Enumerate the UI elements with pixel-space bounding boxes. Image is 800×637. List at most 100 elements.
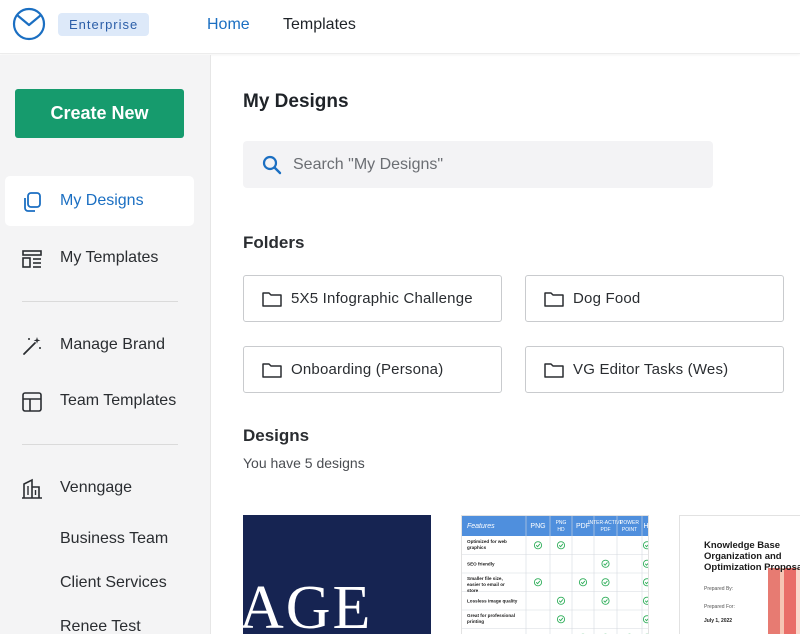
folder-card[interactable]: VG Editor Tasks (Wes) — [525, 346, 784, 393]
sidebar-item-label: Venngage — [60, 479, 133, 496]
folder-icon — [544, 363, 564, 378]
check-mark-icon — [644, 599, 648, 603]
designs-heading: Designs — [243, 426, 310, 445]
table-row-label: printing — [467, 619, 484, 624]
check-mark-icon — [601, 559, 610, 568]
main-content: My Designs Folders 5X5 Infographic Chall… — [212, 55, 800, 634]
check-mark-icon — [644, 618, 648, 622]
nav-templates[interactable]: Templates — [283, 15, 356, 35]
check-mark-icon — [642, 615, 648, 624]
folder-icon — [262, 363, 282, 378]
check-mark-icon — [533, 578, 543, 587]
table-header-label: HI — [644, 523, 650, 530]
thumbnail-text: AGE — [243, 574, 373, 634]
folder-label: 5X5 Infographic Challenge — [291, 290, 473, 307]
table-row-label: SEO friendly — [467, 562, 495, 567]
folder-label: Dog Food — [573, 290, 641, 307]
check-mark-icon — [558, 543, 564, 548]
thumbnail-line: Prepared By: — [704, 586, 734, 592]
sidebar-item-my-templates[interactable]: My Templates — [5, 233, 194, 283]
check-mark-icon — [642, 541, 648, 550]
check-mark-icon — [642, 578, 648, 587]
check-mark-icon — [642, 596, 648, 605]
thumbnail-line: July 1, 2022 — [704, 618, 733, 624]
table-row-label: Great for professional — [467, 613, 515, 618]
decorative-bar — [768, 568, 780, 634]
design-thumbnail[interactable]: Knowledge Base Organization and Optimiza… — [679, 515, 800, 634]
folder-card[interactable]: Onboarding (Persona) — [243, 346, 502, 393]
designs-count: You have 5 designs — [243, 455, 365, 471]
sidebar-item-manage-brand[interactable]: Manage Brand — [5, 320, 194, 370]
thumbnail-line: Prepared For: — [704, 604, 735, 610]
check-mark-icon — [533, 541, 543, 550]
nav-home[interactable]: Home — [207, 15, 250, 35]
sidebar-item-label: Team Templates — [60, 392, 177, 409]
check-mark-icon — [580, 580, 586, 585]
design-thumbnail[interactable]: Features PNG PNG HD PDF INTER-ACTIVE PDF POWER P… — [461, 515, 649, 634]
check-mark-icon — [642, 559, 648, 568]
check-mark-icon — [558, 599, 564, 603]
check-mark-icon — [601, 578, 610, 587]
sidebar-team-client-services[interactable]: Client Services — [60, 573, 167, 593]
check-mark-icon — [603, 562, 608, 566]
folder-label: VG Editor Tasks (Wes) — [573, 361, 729, 378]
check-mark-icon — [535, 580, 541, 585]
sidebar-item-team-templates[interactable]: Team Templates — [5, 376, 194, 426]
search-input[interactable] — [293, 141, 693, 188]
sidebar-divider — [22, 444, 178, 445]
design-thumbnail[interactable]: AGE — [243, 515, 431, 634]
table-row-label: Optimized for web — [467, 539, 507, 544]
table-row-label: store — [467, 588, 479, 593]
sidebar-item-my-designs[interactable]: My Designs — [5, 176, 194, 226]
table-row-label: easier to email or — [467, 582, 505, 587]
sidebar-team-renee-test[interactable]: Renee Test — [60, 617, 141, 637]
table-header-label: HD — [557, 527, 565, 533]
check-mark-icon — [556, 615, 566, 624]
table-header-label: INTER-ACTIVE — [588, 520, 623, 526]
folder-card[interactable]: 5X5 Infographic Challenge — [243, 275, 502, 322]
table-row-label: graphics — [467, 545, 487, 550]
sidebar: Create New My Designs My Templates Manag… — [0, 55, 211, 637]
table-header-label: Features — [467, 523, 495, 530]
sidebar-item-label: Manage Brand — [60, 336, 165, 353]
venngage-logo-icon[interactable] — [12, 7, 46, 41]
sidebar-item-label: My Templates — [60, 249, 159, 266]
table-row-label: Smaller file size, — [467, 576, 503, 581]
sidebar-item-label: My Designs — [60, 192, 144, 209]
check-mark-icon — [535, 543, 541, 548]
folder-icon — [262, 292, 282, 307]
check-mark-icon — [556, 541, 566, 550]
check-mark-icon — [601, 596, 610, 605]
building-icon — [22, 478, 42, 499]
check-mark-icon — [644, 544, 648, 548]
check-mark-icon — [603, 599, 608, 603]
sidebar-item-venngage[interactable]: Venngage — [5, 463, 194, 513]
folders-heading: Folders — [243, 233, 305, 252]
copy-icon — [24, 192, 41, 212]
create-new-button[interactable]: Create New — [15, 89, 184, 138]
thumbnail-title: Knowledge Base Organization and Optimiza… — [704, 540, 800, 573]
decorative-bar — [784, 568, 796, 634]
check-mark-icon — [644, 581, 648, 585]
sidebar-team-business-team[interactable]: Business Team — [60, 529, 168, 549]
top-bar: Enterprise Home Templates — [0, 0, 800, 54]
page-title: My Designs — [243, 91, 349, 112]
decorative-bar — [796, 568, 800, 634]
table-header-label: PNG — [530, 523, 545, 530]
check-mark-icon — [556, 596, 566, 605]
table-header-label: PNG — [556, 520, 567, 526]
template-layout-icon — [22, 250, 42, 268]
search-bar[interactable] — [243, 141, 713, 188]
folder-icon — [544, 292, 564, 307]
check-mark-icon — [578, 578, 588, 587]
folder-label: Onboarding (Persona) — [291, 361, 444, 378]
table-row-label: Lossless image quality — [467, 599, 518, 604]
sidebar-divider — [22, 301, 178, 302]
folder-card[interactable]: Dog Food — [525, 275, 784, 322]
enterprise-badge: Enterprise — [58, 13, 150, 36]
check-mark-icon — [644, 562, 648, 566]
table-header-label: POINT — [622, 527, 637, 533]
check-mark-icon — [603, 580, 608, 585]
magic-wand-icon — [23, 337, 41, 355]
comparison-table-thumbnail: Features PNG PNGHD PDFINTER-ACTIVEPDFPOWERP… — [462, 516, 650, 634]
